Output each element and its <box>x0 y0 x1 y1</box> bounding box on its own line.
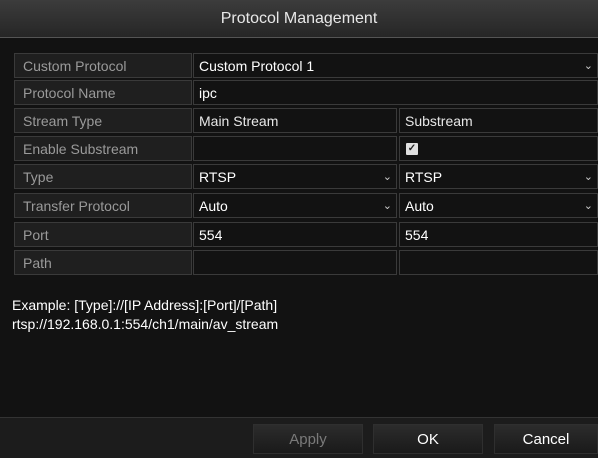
example-text: Example: [Type]://[IP Address]:[Port]/[P… <box>12 296 278 334</box>
chevron-down-icon: ⌄ <box>382 200 392 212</box>
chevron-down-icon: ⌄ <box>583 60 593 72</box>
row-protocol-name: Protocol Name ipc <box>10 80 598 107</box>
row-path: Path <box>10 250 598 277</box>
enable-substream-main-cell <box>193 136 397 161</box>
type-main-select[interactable]: RTSP ⌄ <box>193 164 397 189</box>
example-url-line: rtsp://192.168.0.1:554/ch1/main/av_strea… <box>12 316 279 332</box>
cancel-button[interactable]: Cancel <box>494 424 598 454</box>
protocol-settings-panel: Custom Protocol Custom Protocol 1 ⌄ Prot… <box>10 42 598 282</box>
path-main-input[interactable] <box>193 250 397 275</box>
row-custom-protocol: Custom Protocol Custom Protocol 1 ⌄ <box>10 53 598 80</box>
custom-protocol-select[interactable]: Custom Protocol 1 ⌄ <box>193 53 598 78</box>
type-label: Type <box>14 164 192 189</box>
main-stream-header: Main Stream <box>193 108 397 133</box>
transfer-protocol-sub-value: Auto <box>405 198 434 214</box>
row-stream-type: Stream Type Main Stream Substream <box>10 108 598 135</box>
stream-type-label: Stream Type <box>14 108 192 133</box>
path-sub-input[interactable] <box>399 250 598 275</box>
enable-substream-sub-cell: ✓ <box>399 136 598 161</box>
protocol-name-label: Protocol Name <box>14 80 192 105</box>
transfer-protocol-sub-select[interactable]: Auto ⌄ <box>399 193 598 218</box>
custom-protocol-label: Custom Protocol <box>14 53 192 78</box>
custom-protocol-value: Custom Protocol 1 <box>199 58 315 74</box>
enable-substream-checkbox[interactable]: ✓ <box>406 143 418 155</box>
row-port: Port 554 554 <box>10 222 598 249</box>
dialog-title: Protocol Management <box>0 0 598 38</box>
apply-button[interactable]: Apply <box>253 424 363 454</box>
port-label: Port <box>14 222 192 247</box>
ok-button[interactable]: OK <box>373 424 483 454</box>
chevron-down-icon: ⌄ <box>382 171 392 183</box>
chevron-down-icon: ⌄ <box>583 200 593 212</box>
path-label: Path <box>14 250 192 275</box>
row-enable-substream: Enable Substream ✓ <box>10 136 598 163</box>
transfer-protocol-main-value: Auto <box>199 198 228 214</box>
row-transfer-protocol: Transfer Protocol Auto ⌄ Auto ⌄ <box>10 193 598 220</box>
chevron-down-icon: ⌄ <box>583 171 593 183</box>
row-type: Type RTSP ⌄ RTSP ⌄ <box>10 164 598 191</box>
substream-header: Substream <box>399 108 598 133</box>
type-sub-value: RTSP <box>405 169 443 185</box>
transfer-protocol-main-select[interactable]: Auto ⌄ <box>193 193 397 218</box>
type-main-value: RTSP <box>199 169 237 185</box>
dialog-footer: Apply OK Cancel <box>0 417 598 458</box>
protocol-management-dialog: Protocol Management Custom Protocol Cust… <box>0 0 598 458</box>
port-sub-input[interactable]: 554 <box>399 222 598 247</box>
example-format-line: Example: [Type]://[IP Address]:[Port]/[P… <box>12 297 278 313</box>
type-sub-select[interactable]: RTSP ⌄ <box>399 164 598 189</box>
enable-substream-label: Enable Substream <box>14 136 192 161</box>
transfer-protocol-label: Transfer Protocol <box>14 193 192 218</box>
protocol-name-input[interactable]: ipc <box>193 80 598 105</box>
port-main-input[interactable]: 554 <box>193 222 397 247</box>
